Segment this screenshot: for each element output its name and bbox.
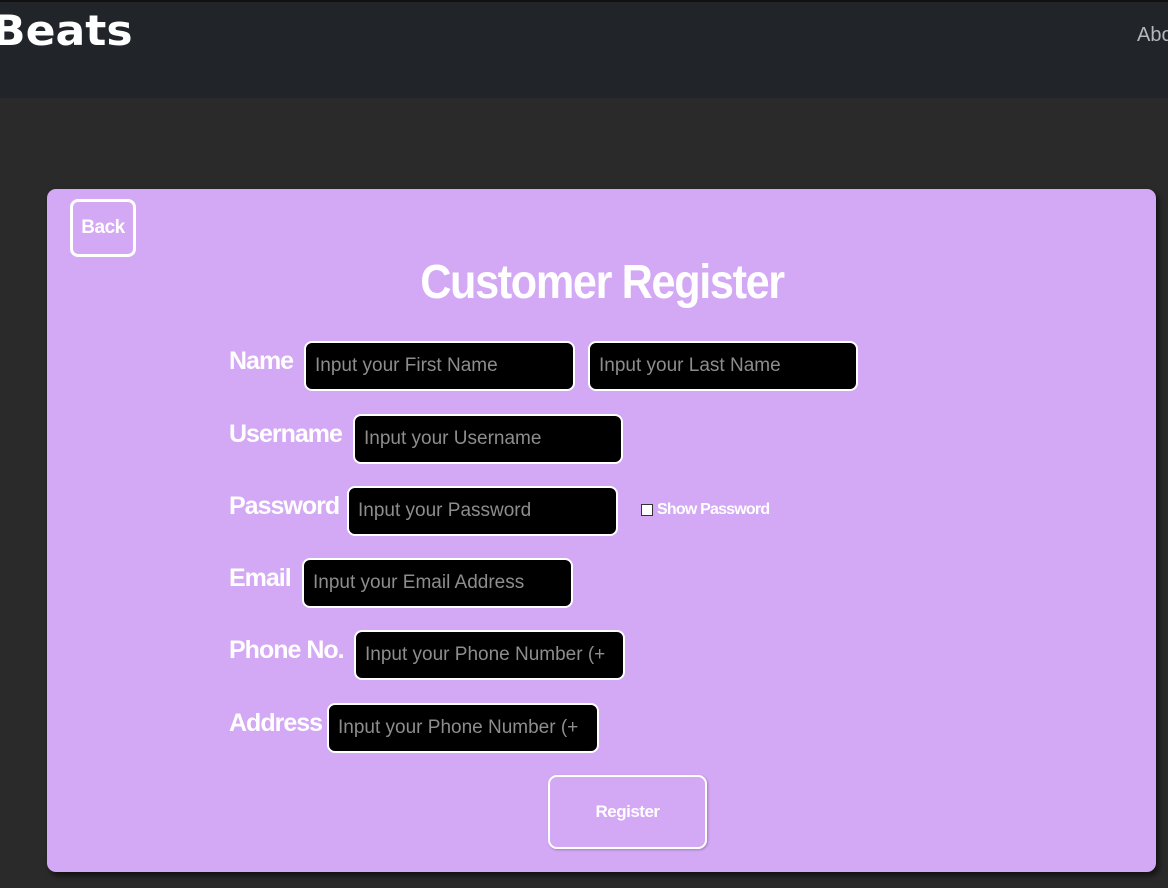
last-name-input[interactable] <box>588 341 858 391</box>
phone-input[interactable] <box>354 630 625 680</box>
show-password-label: Show Password <box>657 501 770 518</box>
password-label: Password <box>229 492 340 520</box>
username-label: Username <box>229 420 343 448</box>
brand-logo[interactable]: Beats <box>0 6 133 55</box>
address-input[interactable] <box>327 703 599 753</box>
phone-label: Phone No. <box>229 636 345 664</box>
register-button[interactable]: Register <box>548 775 707 849</box>
username-input[interactable] <box>353 414 623 464</box>
page-title: Customer Register <box>47 255 1156 310</box>
page-title-text: Customer Register <box>419 256 785 309</box>
back-button[interactable]: Back <box>70 199 136 257</box>
show-password-checkbox[interactable] <box>641 504 653 516</box>
show-password-toggle[interactable]: Show Password <box>641 501 770 519</box>
top-navbar: Beats Abo <box>0 0 1168 98</box>
address-label: Address <box>229 709 323 737</box>
email-label: Email <box>229 564 292 592</box>
email-input[interactable] <box>302 558 573 608</box>
name-label: Name <box>229 347 294 375</box>
register-card: Back Customer Register Name Username Pas… <box>47 189 1156 872</box>
nav-link-about[interactable]: Abo <box>1137 24 1168 47</box>
password-input[interactable] <box>347 486 618 536</box>
first-name-input[interactable] <box>304 341 575 391</box>
